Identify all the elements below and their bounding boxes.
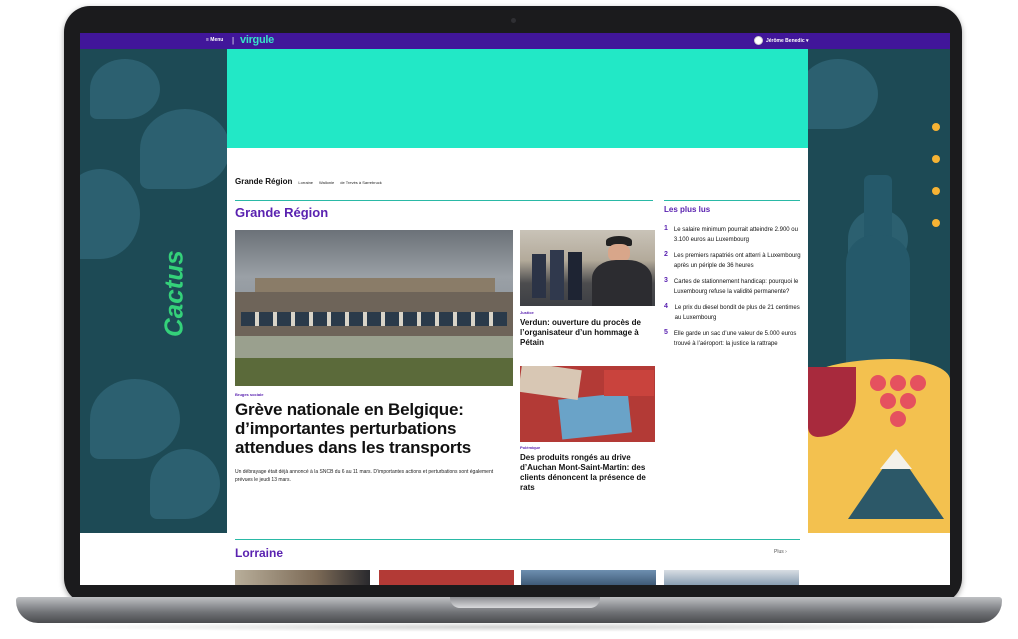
section-title-lorraine[interactable]: Lorraine [235, 546, 283, 560]
main-content: Grande Région Lorraine Wallonie de Trevè… [227, 148, 808, 533]
airport-apron [235, 336, 513, 358]
thumbnail-image[interactable] [379, 570, 514, 585]
thumbnail-image[interactable] [235, 570, 370, 585]
rank-number: 4 [664, 303, 668, 310]
lorraine-section: Lorraine Plus › [80, 533, 950, 585]
menu-button[interactable]: ≡ Menu [206, 37, 223, 43]
user-menu[interactable]: Jérôme Benedic ▾ [754, 36, 809, 45]
laptop-base [16, 597, 1002, 623]
most-read-list: 1 Le salaire minimum pourrait atteindre … [664, 225, 804, 355]
leaf-decoration [80, 169, 140, 259]
thumbnail-image[interactable] [521, 570, 656, 585]
hero-category-tag[interactable]: Bruges sociale [235, 392, 263, 397]
person-shape [568, 252, 582, 300]
card-headline[interactable]: Verdun: ouverture du procès de l’organis… [520, 318, 655, 348]
hero-headline[interactable]: Grève nationale en Belgique: d’important… [235, 400, 515, 457]
most-read-link[interactable]: Cartes de stationnement handicap: pourqu… [674, 277, 804, 297]
section-divider [235, 539, 800, 540]
leaf-decoration [90, 379, 180, 459]
person-shape [550, 250, 564, 300]
most-read-link[interactable]: Les premiers rapatriés ont atterri à Lux… [674, 251, 804, 271]
grape-icon [880, 393, 896, 409]
top-banner-ad[interactable] [227, 49, 808, 148]
site-logo[interactable]: virgule [240, 34, 274, 46]
mountain-snow [880, 449, 912, 469]
section-subnav: Grande Région Lorraine Wallonie de Trevè… [235, 177, 382, 186]
airport-grass [235, 358, 513, 386]
camera-icon [511, 18, 516, 23]
section-divider [235, 200, 653, 201]
list-item[interactable]: 5 Elle garde un sac d’une valeur de 5.00… [664, 329, 804, 349]
leaf-decoration [90, 59, 160, 119]
left-skin-ad[interactable]: Cactus [80, 49, 227, 533]
subnav-item-lorraine[interactable]: Lorraine [298, 180, 313, 185]
user-name: Jérôme Benedic ▾ [766, 37, 809, 44]
leaf-decoration [140, 109, 227, 189]
more-link[interactable]: Plus › [774, 549, 787, 555]
package-shape [558, 392, 632, 440]
sidebar-divider [664, 200, 800, 201]
most-read-link[interactable]: Le prix du diesel bondit de plus de 21 c… [675, 303, 804, 323]
most-read-link[interactable]: Le salaire minimum pourrait atteindre 2.… [674, 225, 804, 245]
most-read-title: Les plus lus [664, 205, 711, 214]
package-shape [604, 370, 654, 396]
leaf-decoration [150, 449, 220, 519]
coat-shape [592, 260, 652, 306]
subnav-item-treves[interactable]: de Trevès à Sarrebruck [340, 180, 382, 185]
subnav-item-wallonie[interactable]: Wallonie [319, 180, 334, 185]
list-item[interactable]: 4 Le prix du diesel bondit de plus de 21… [664, 303, 804, 323]
list-item[interactable]: 2 Les premiers rapatriés ont atterri à L… [664, 251, 804, 271]
rank-number: 1 [664, 225, 668, 232]
browser-screen: ≡ Menu | virgule Jérôme Benedic ▾ Cactus [80, 33, 950, 585]
page-title: Grande Région [235, 205, 329, 220]
dot-decoration [932, 187, 940, 195]
card-category-tag[interactable]: Justice [520, 310, 534, 315]
hero-image-airport[interactable] [235, 230, 513, 386]
avatar [754, 36, 763, 45]
hero-lead: Un débrayage était déjà annoncé à la SNC… [235, 469, 494, 483]
grape-icon [910, 375, 926, 391]
grape-icon [890, 375, 906, 391]
card-category-tag[interactable]: Polémique [520, 445, 540, 450]
laptop-shadow [40, 622, 980, 632]
cactus-logo[interactable]: Cactus [154, 224, 194, 364]
laptop-mockup: ≡ Menu | virgule Jérôme Benedic ▾ Cactus [0, 0, 1018, 639]
list-item[interactable]: 1 Le salaire minimum pourrait atteindre … [664, 225, 804, 245]
dot-decoration [932, 123, 940, 131]
grape-icon [900, 393, 916, 409]
right-skin-ad[interactable] [808, 49, 950, 533]
top-navigation-bar: ≡ Menu | virgule Jérôme Benedic ▾ [80, 33, 950, 49]
rank-number: 5 [664, 329, 668, 336]
rank-number: 3 [664, 277, 668, 284]
airport-windows [241, 312, 507, 326]
grape-icon [890, 411, 906, 427]
card-image-products[interactable] [520, 366, 655, 442]
list-item[interactable]: 3 Cartes de stationnement handicap: pour… [664, 277, 804, 297]
rank-number: 2 [664, 251, 668, 258]
most-read-link[interactable]: Elle garde un sac d’une valeur de 5.000 … [674, 329, 804, 349]
person-shape [532, 254, 546, 298]
laptop-notch [450, 597, 600, 608]
package-shape [520, 366, 582, 401]
subnav-title[interactable]: Grande Région [235, 177, 292, 186]
card-headline[interactable]: Des produits rongés au drive d’Auchan Mo… [520, 453, 650, 493]
topbar-separator: | [232, 36, 235, 45]
leaf-decoration [808, 59, 878, 129]
dot-decoration [932, 219, 940, 227]
card-image-trial[interactable] [520, 230, 655, 306]
grape-icon [870, 375, 886, 391]
thumbnail-image[interactable] [664, 570, 799, 585]
dot-decoration [932, 155, 940, 163]
